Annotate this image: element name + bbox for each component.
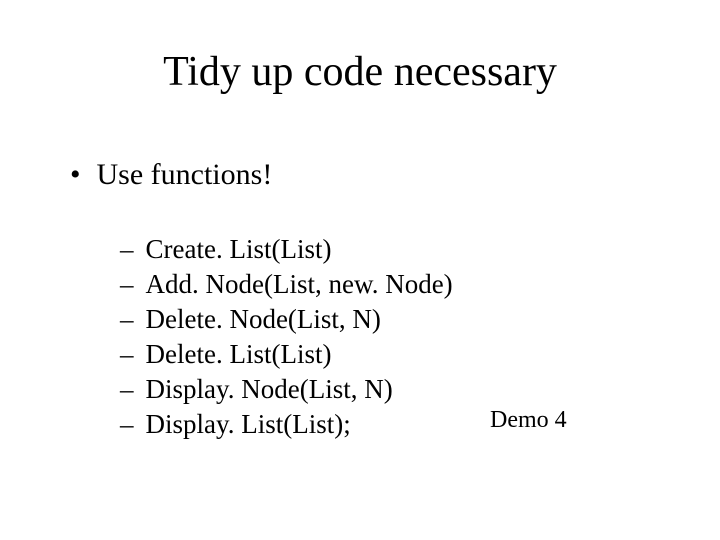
list-item: Display. Node(List, N) <box>120 372 453 407</box>
list-item: Delete. Node(List, N) <box>120 302 453 337</box>
list-item: Add. Node(List, new. Node) <box>120 267 453 302</box>
list-item-label: Display. List(List); <box>146 407 351 442</box>
function-list: Create. List(List) Add. Node(List, new. … <box>120 232 453 443</box>
list-item-label: Delete. List(List) <box>146 337 332 372</box>
list-item: Create. List(List) <box>120 232 453 267</box>
list-item-label: Create. List(List) <box>146 232 332 267</box>
demo-label: Demo 4 <box>490 407 567 434</box>
slide: Tidy up code necessary Use functions! Cr… <box>0 0 720 540</box>
bullet-use-functions: Use functions! <box>70 158 272 192</box>
list-item: Display. List(List); <box>120 407 453 442</box>
list-item-label: Display. Node(List, N) <box>146 372 393 407</box>
bullet-text: Use functions! <box>97 158 273 192</box>
list-item-label: Delete. Node(List, N) <box>146 302 381 337</box>
slide-title: Tidy up code necessary <box>0 48 720 96</box>
list-item: Delete. List(List) <box>120 337 453 372</box>
list-item-label: Add. Node(List, new. Node) <box>146 267 453 302</box>
